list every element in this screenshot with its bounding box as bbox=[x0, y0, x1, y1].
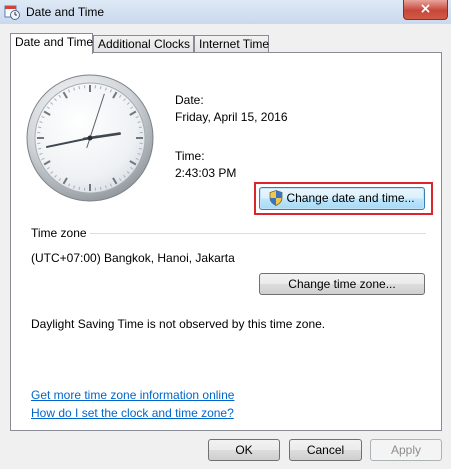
clock-minute-tick bbox=[99, 186, 102, 190]
clock-minute-tick bbox=[38, 147, 42, 150]
date-label: Date: bbox=[175, 93, 204, 107]
analog-clock bbox=[26, 74, 154, 202]
clock-minute-tick bbox=[99, 86, 102, 90]
date-time-icon bbox=[4, 5, 20, 20]
time-value: 2:43:03 PM bbox=[175, 166, 237, 180]
change-time-zone-button[interactable]: Change time zone... bbox=[259, 273, 425, 295]
cancel-button[interactable]: Cancel bbox=[289, 439, 362, 461]
apply-button[interactable]: Apply bbox=[370, 439, 442, 461]
ok-label: OK bbox=[235, 443, 253, 457]
highlight-box bbox=[254, 182, 433, 215]
time-zone-section-label: Time zone bbox=[31, 226, 87, 240]
close-icon: × bbox=[419, 1, 432, 17]
window-title: Date and Time bbox=[26, 5, 105, 19]
clock-minute-tick bbox=[78, 86, 81, 90]
date-value: Friday, April 15, 2016 bbox=[175, 110, 288, 124]
apply-label: Apply bbox=[390, 443, 422, 457]
title-bar: Date and Time × bbox=[0, 0, 451, 24]
how-to-set-clock-link[interactable]: How do I set the clock and time zone? bbox=[31, 406, 234, 420]
time-label: Time: bbox=[175, 149, 205, 163]
ok-button[interactable]: OK bbox=[208, 439, 280, 461]
section-divider bbox=[90, 233, 426, 234]
tab-internet-time[interactable]: Internet Time bbox=[194, 35, 269, 52]
change-time-zone-label: Change time zone... bbox=[288, 277, 396, 291]
clock-minute-tick bbox=[138, 147, 142, 150]
tab-date-and-time[interactable]: Date and Time bbox=[10, 33, 93, 54]
close-button[interactable]: × bbox=[403, 0, 448, 20]
tab-additional-clocks[interactable]: Additional Clocks bbox=[93, 35, 194, 52]
time-zone-value: (UTC+07:00) Bangkok, Hanoi, Jakarta bbox=[31, 251, 235, 265]
dst-note: Daylight Saving Time is not observed by … bbox=[31, 317, 326, 331]
clock-minute-tick bbox=[78, 186, 81, 190]
clock-minute-tick bbox=[38, 126, 42, 129]
cancel-label: Cancel bbox=[306, 443, 345, 457]
more-time-zone-info-link[interactable]: Get more time zone information online bbox=[31, 388, 234, 402]
date-time-dialog: Date and Time × Date and Time Additional… bbox=[0, 0, 451, 469]
clock-minute-tick bbox=[138, 126, 142, 129]
